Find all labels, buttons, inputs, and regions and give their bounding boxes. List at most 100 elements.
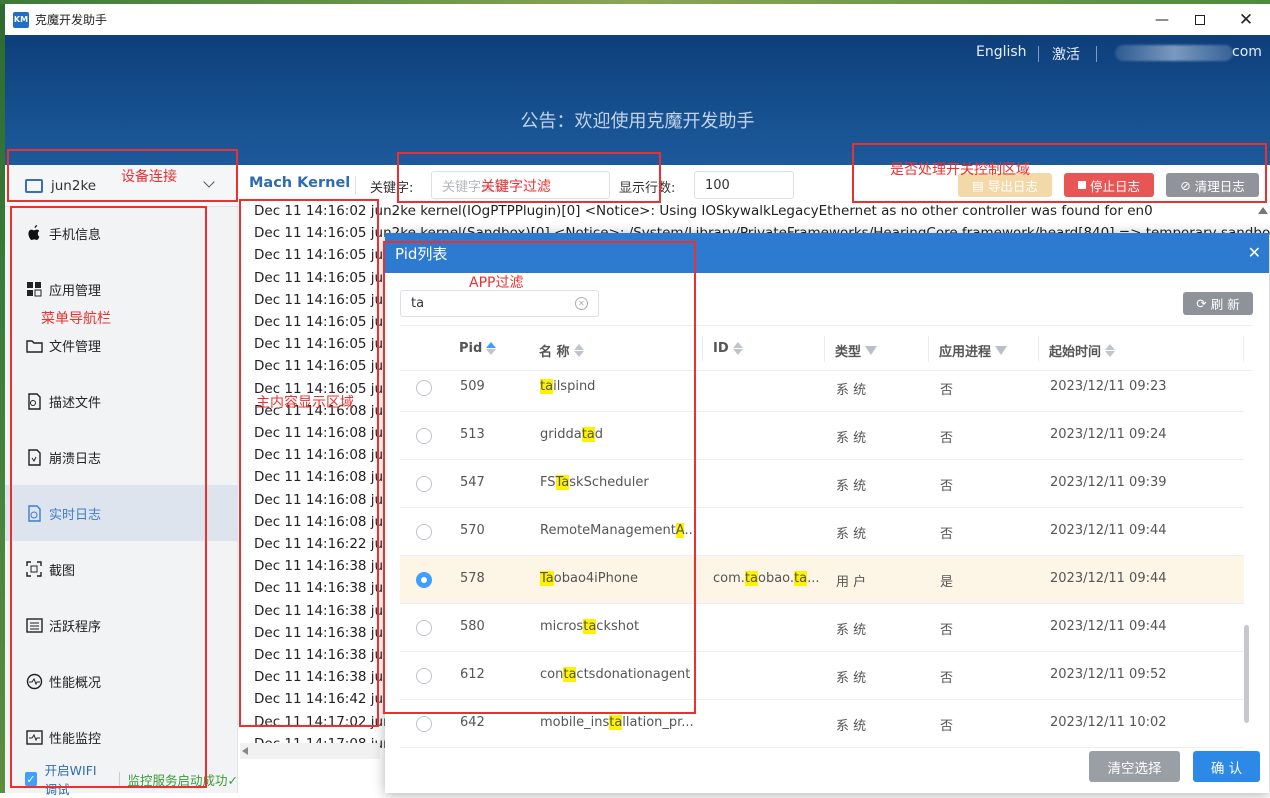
- table-header: Pid 名 称 ID 类型 应用进程 起始时间: [400, 325, 1253, 371]
- horizontal-scrollbar[interactable]: [240, 743, 380, 759]
- table-row[interactable]: 612 contactsdonationagent 系 统 否 2023/12/11 0…: [400, 652, 1244, 700]
- divider: [355, 176, 356, 194]
- table-row[interactable]: 642 mobile_installation_pr... 系 统 否 2023/12/…: [400, 700, 1244, 748]
- row-radio[interactable]: [416, 572, 432, 588]
- sidebar-item-label: 手机信息: [49, 227, 102, 243]
- name-segment: ta: [581, 427, 595, 442]
- activate-link[interactable]: 激活: [1052, 44, 1080, 64]
- sidebar-item-crash-log[interactable]: 崩溃日志: [5, 429, 238, 485]
- name-cell: FSTaskScheduler: [540, 475, 649, 490]
- pid-table-body: 509 tailspind 系 统否 2023/12/11 09:23 513 gridd…: [400, 371, 1244, 751]
- maximize-icon[interactable]: [1177, 8, 1223, 32]
- column-start-time[interactable]: 起始时间: [1049, 341, 1116, 360]
- column-type[interactable]: 类型: [835, 341, 878, 360]
- name-cell: Taobao4iPhone: [540, 571, 638, 586]
- row-radio[interactable]: [416, 476, 432, 492]
- app-process-cell: 否: [940, 623, 954, 638]
- app-process-cell: 否: [940, 431, 954, 446]
- log-line: Dec 11 14:16:08 jun2: [254, 425, 401, 441]
- log-line: Dec 11 14:16:38 jun2: [254, 558, 401, 575]
- sidebar-item-realtime-log[interactable]: 实时日志: [5, 485, 238, 541]
- sidebar-item-file-manage[interactable]: 文件管理: [5, 317, 238, 373]
- row-radio[interactable]: [416, 716, 432, 732]
- column-name[interactable]: 名 称: [539, 341, 584, 360]
- sidebar-item-app-manage[interactable]: 应用管理: [5, 261, 238, 317]
- sort-icon[interactable]: [486, 342, 497, 355]
- column-id[interactable]: ID: [713, 341, 743, 356]
- table-scrollbar[interactable]: [1244, 625, 1249, 723]
- column-pid[interactable]: Pid: [459, 341, 497, 356]
- filter-icon[interactable]: [995, 346, 1008, 355]
- filter-icon[interactable]: [865, 346, 878, 355]
- name-segment: llation_pr...: [622, 715, 694, 730]
- name-segment: micros: [540, 619, 584, 634]
- divider: [118, 772, 120, 786]
- row-radio[interactable]: [416, 428, 432, 444]
- name-cell: mobile_installation_pr...: [540, 715, 694, 730]
- name-segment: ta: [540, 379, 554, 394]
- sidebar-item-label: 描述文件: [49, 395, 102, 411]
- table-row[interactable]: 513 griddatad 系 统 否 2023/12/11 09:24: [400, 412, 1244, 460]
- scroll-left-arrow[interactable]: [242, 747, 248, 755]
- confirm-button[interactable]: 确 认: [1193, 751, 1260, 782]
- wifi-checkbox[interactable]: ✓: [25, 772, 37, 786]
- stop-log-button[interactable]: 停止日志: [1064, 173, 1154, 197]
- sidebar-item-active-programs[interactable]: 活跃程序: [5, 597, 238, 653]
- scroll-up-arrow[interactable]: [1258, 207, 1268, 214]
- refresh-button[interactable]: ⟳ 刷 新: [1183, 292, 1253, 315]
- name-cell: griddatad: [540, 427, 603, 442]
- divider: [1038, 336, 1039, 362]
- pid-cell: 513: [460, 427, 485, 442]
- english-link[interactable]: English: [976, 44, 1027, 60]
- clear-log-button[interactable]: ⊘ 清理日志: [1166, 173, 1259, 197]
- window-title: 克魔开发助手: [35, 13, 108, 27]
- table-row[interactable]: 509 tailspind 系 统 否 2023/12/11 09:23: [400, 371, 1244, 412]
- name-segment: RemoteManagement: [540, 523, 676, 538]
- sort-icon[interactable]: [573, 344, 584, 357]
- rows-input[interactable]: 100: [694, 171, 794, 199]
- log-source-title[interactable]: Mach Kernel: [249, 175, 350, 191]
- row-radio[interactable]: [416, 524, 432, 540]
- start-time-cell: 2023/12/11 09:44: [1050, 523, 1167, 538]
- name-segment: mobile_ins: [540, 715, 610, 730]
- id-segment: ta: [744, 571, 758, 586]
- sidebar-item-label: 文件管理: [49, 339, 102, 355]
- table-row[interactable]: 547 FSTaskScheduler 系 统 否 2023/12/11 09:39: [400, 460, 1244, 508]
- clear-selection-button[interactable]: 清空选择: [1089, 751, 1180, 782]
- dialog-title: Pid列表: [395, 244, 448, 263]
- close-icon[interactable]: ✕: [1248, 243, 1261, 262]
- profile-file-icon: [25, 392, 43, 410]
- log-line: Dec 11 14:16:05 jun2: [254, 291, 401, 308]
- account-link[interactable]: com: [1232, 44, 1262, 60]
- divider: [1096, 46, 1097, 62]
- sidebar-item-performance[interactable]: 性能概况: [5, 653, 238, 709]
- table-row[interactable]: 580 microstackshot 系 统 否 2023/12/11 09:44: [400, 604, 1244, 652]
- table-row[interactable]: 578 Taobao4iPhone com.taobao.ta... 用 户是 2023…: [400, 556, 1244, 604]
- sidebar-footer: ✓ 开启WIFI调试 监控服务启动成功✓: [5, 763, 238, 797]
- row-radio[interactable]: [416, 620, 432, 636]
- sidebar-item-profile[interactable]: 描述文件: [5, 373, 238, 429]
- row-radio[interactable]: [416, 668, 432, 684]
- sort-icon[interactable]: [1105, 344, 1116, 357]
- table-row[interactable]: 570 RemoteManagementA... 系 统 否 2023/12/11 09…: [400, 508, 1244, 556]
- screenshot-icon: [25, 560, 43, 578]
- pid-search-input[interactable]: ta ✕: [400, 290, 599, 317]
- sidebar-item-screenshot[interactable]: 截图: [5, 541, 238, 597]
- sidebar-item-phone-info[interactable]: 手机信息: [5, 205, 238, 261]
- pid-cell: 547: [460, 475, 485, 490]
- rows-label: 显示行数:: [619, 181, 676, 196]
- account-blurred: [1115, 45, 1233, 61]
- service-status: 监控服务启动成功✓: [127, 772, 238, 788]
- name-cell: contactsdonationagent: [540, 667, 690, 682]
- sidebar-item-monitor[interactable]: 性能监控: [5, 709, 238, 765]
- type-cell: 系 统: [836, 479, 867, 494]
- sort-icon[interactable]: [732, 342, 743, 355]
- close-icon[interactable]: ✕: [1223, 8, 1269, 32]
- sidebar-item-label: 性能概况: [49, 675, 102, 691]
- clear-input-icon[interactable]: ✕: [575, 297, 588, 310]
- row-radio[interactable]: [416, 380, 432, 396]
- log-line: Dec 11 14:16:05 jun2: [254, 358, 401, 375]
- monitor-icon: [25, 728, 43, 746]
- type-cell: 系 统: [836, 623, 867, 638]
- column-app-process[interactable]: 应用进程: [939, 341, 1008, 360]
